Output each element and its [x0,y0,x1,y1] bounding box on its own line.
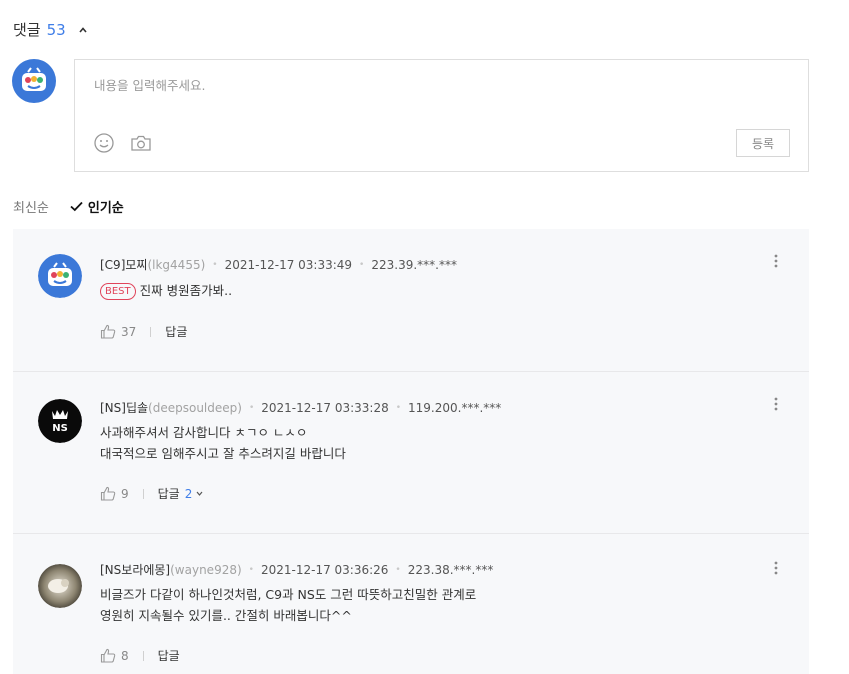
comment-line: 비글즈가 다같이 하나인것처럼, C9과 NS도 그런 따뜻하고친밀한 관계로 [100,587,477,602]
separator-dot: • [212,259,218,270]
comment-input[interactable]: 내용을 입력해주세요. [94,75,205,94]
reply-button[interactable]: 답글 [158,485,180,502]
comment-line: 사과해주셔서 감사합니다 ㅊㄱㅇ ㄴㅅㅇ [100,425,308,440]
avatar [38,564,82,608]
comment-user-id: (lkg4455) [147,257,206,272]
more-options-icon[interactable] [774,254,778,268]
sort-options: 최신순 인기순 [13,197,124,216]
divider [142,650,144,661]
thumbs-up-icon[interactable] [100,648,116,663]
more-options-icon[interactable] [774,397,778,411]
comment-actions: 37 답글 [100,323,187,340]
comment-actions: 9 답글 2 [100,485,203,502]
svg-text:NS: NS [52,423,68,434]
divider [142,488,144,499]
thumbs-up-icon[interactable] [100,324,116,339]
my-avatar [12,59,56,103]
comment-line: 진짜 병원좀가봐.. [139,283,233,298]
comment-ip: 119.200.***.*** [408,400,502,415]
comment-item: [NS보라에몽] (wayne928) • 2021-12-17 03:36:2… [13,534,809,674]
comment-user-id: (deepsouldeep) [148,400,242,415]
comment-text: 사과해주셔서 감사합니다 ㅊㄱㅇ ㄴㅅㅇ 대국적으로 임해주시고 잘 추스려지길… [100,422,346,464]
chevron-down-icon[interactable] [196,490,203,497]
comments-header-label: 댓글 [13,21,41,39]
divider [150,326,152,337]
sort-popular-label: 인기순 [87,201,124,216]
sort-latest[interactable]: 최신순 [13,197,49,216]
best-badge: BEST [100,283,136,300]
comment-nickname[interactable]: [C9]모찌 [100,256,147,273]
avatar [38,254,82,298]
comment-meta: [NS]딥솔 (deepsouldeep) • 2021-12-17 03:33… [100,399,501,416]
separator-dot: • [359,259,365,270]
comment-ip: 223.39.***.*** [371,257,457,272]
more-options-icon[interactable] [774,561,778,575]
separator-dot: • [248,564,254,575]
separator-dot: • [248,402,255,413]
separator-dot: • [395,402,402,413]
comment-date: 2021-12-17 03:36:26 [260,562,389,577]
comments-header[interactable]: 댓글 53 [13,19,88,40]
separator-dot: • [395,564,401,575]
submit-button[interactable]: 등록 [736,129,790,157]
comment-meta: [NS보라에몽] (wayne928) • 2021-12-17 03:36:2… [100,561,493,578]
check-icon [70,201,83,212]
comment-text: BEST 진짜 병원좀가봐.. [100,280,232,301]
reply-button[interactable]: 답글 [158,647,180,664]
comment-item: NS [NS]딥솔 (deepsouldeep) • 2021-12-17 03… [13,372,809,534]
comment-user-id: (wayne928) [170,562,242,577]
thumbs-up-icon[interactable] [100,486,116,501]
emoji-icon[interactable] [93,132,115,154]
comment-line: 대국적으로 임해주시고 잘 추스려지길 바랍니다 [100,446,346,461]
like-count: 8 [121,648,129,663]
comment-date: 2021-12-17 03:33:49 [224,257,353,272]
comment-nickname[interactable]: [NS보라에몽] [100,561,170,578]
comment-list: [C9]모찌 (lkg4455) • 2021-12-17 03:33:49 •… [13,229,809,674]
comment-ip: 223.38.***.*** [407,562,494,577]
reply-button[interactable]: 답글 [165,323,187,340]
comment-meta: [C9]모찌 (lkg4455) • 2021-12-17 03:33:49 •… [100,256,457,273]
comment-editor[interactable]: 내용을 입력해주세요. 등록 [74,59,809,172]
reply-count[interactable]: 2 [185,487,193,501]
comment-text: 비글즈가 다같이 하나인것처럼, C9과 NS도 그런 따뜻하고친밀한 관계로 … [100,584,476,626]
avatar: NS [38,399,82,443]
camera-icon[interactable] [130,133,152,153]
comment-date: 2021-12-17 03:33:28 [261,400,389,415]
comment-nickname[interactable]: [NS]딥솔 [100,399,148,416]
like-count: 37 [121,324,137,339]
comment-item: [C9]모찌 (lkg4455) • 2021-12-17 03:33:49 •… [13,229,809,372]
comment-line: 영원히 지속될수 있기를.. 간절히 바래봅니다^^ [100,608,352,623]
comments-count: 53 [46,20,66,39]
chevron-up-icon[interactable] [78,25,88,35]
comment-actions: 8 답글 [100,647,180,664]
sort-popular[interactable]: 인기순 [70,197,124,216]
like-count: 9 [121,486,129,501]
